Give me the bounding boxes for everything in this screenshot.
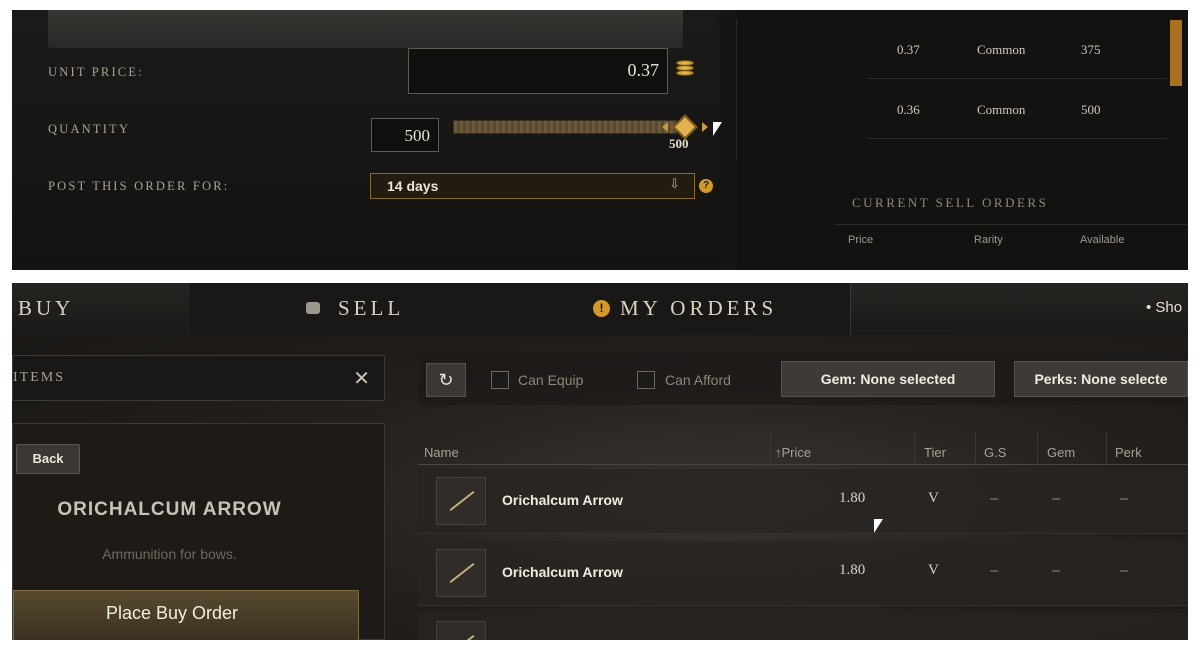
- tab-sell-label: SELL: [338, 296, 405, 320]
- order-form: UNIT PRICE: 0.37 QUANTITY 500 500 POST T…: [12, 10, 722, 270]
- tab-more[interactable]: • Sho: [1146, 299, 1182, 316]
- quantity-slider[interactable]: [453, 120, 677, 134]
- gem-filter-button[interactable]: Gem: None selected: [781, 361, 995, 397]
- coins-icon: [306, 302, 320, 314]
- tab-my-orders-label: MY ORDERS: [620, 296, 778, 320]
- slider-value-label: 500: [669, 136, 689, 151]
- arrow-item-icon: [436, 621, 486, 640]
- post-duration-label: POST THIS ORDER FOR:: [48, 179, 230, 193]
- tab-buy-label: BUY: [18, 296, 75, 320]
- quantity-input[interactable]: 500: [371, 118, 439, 152]
- row-perk: –: [1120, 562, 1129, 579]
- col-name[interactable]: Name: [424, 445, 459, 460]
- sell-col-rarity[interactable]: Rarity: [974, 234, 1003, 246]
- slider-increase-icon[interactable]: [702, 122, 708, 132]
- col-gem[interactable]: Gem: [1047, 445, 1075, 460]
- row-gem: –: [1052, 562, 1061, 579]
- row-gs: –: [990, 562, 999, 579]
- quantity-label: QUANTITY: [48, 122, 131, 136]
- slider-decrease-icon[interactable]: [662, 122, 668, 132]
- sell-col-available[interactable]: Available: [1080, 234, 1124, 246]
- alert-icon: !: [593, 300, 610, 317]
- back-button[interactable]: Back: [16, 444, 80, 474]
- row-tier: V: [928, 562, 939, 578]
- tab-sell[interactable]: SELL: [190, 283, 519, 335]
- row-name: Orichalcum Arrow: [502, 564, 623, 580]
- duration-value: 14 days: [387, 178, 439, 194]
- row-price: 1.80: [839, 562, 866, 578]
- item-detail-panel: Back ORICHALCUM ARROW Ammunition for bow…: [12, 423, 385, 640]
- help-icon[interactable]: ?: [699, 179, 713, 193]
- place-buy-order-label: Place Buy Order: [105, 603, 239, 623]
- table-row[interactable]: [418, 613, 1188, 640]
- tab-buy[interactable]: BUY: [12, 283, 191, 335]
- place-buy-order-button[interactable]: Place Buy Order: [13, 590, 359, 640]
- unit-price-label: UNIT PRICE:: [48, 65, 144, 79]
- trading-post: BUY SELL ! MY ORDERS • Sho ITEMS ✕ Back …: [12, 283, 1188, 640]
- can-afford-label[interactable]: Can Afford: [665, 372, 731, 388]
- order-row: 0.36 Common 500: [867, 80, 1167, 139]
- col-perk[interactable]: Perk: [1115, 445, 1142, 460]
- row-tier: V: [928, 490, 939, 506]
- tab-my-orders[interactable]: ! MY ORDERS: [518, 283, 851, 335]
- close-icon[interactable]: ✕: [353, 366, 370, 391]
- row-price: 1.80: [839, 490, 866, 506]
- row-gs: –: [990, 490, 999, 507]
- tab-bar: BUY SELL ! MY ORDERS • Sho: [12, 283, 1188, 335]
- arrow-item-icon: [436, 477, 486, 525]
- item-title: ORICHALCUM ARROW: [57, 499, 282, 520]
- can-equip-label[interactable]: Can Equip: [518, 372, 583, 388]
- sell-orders-header: [834, 224, 1188, 270]
- col-gs[interactable]: G.S: [984, 445, 1006, 460]
- coins-icon: [676, 60, 694, 78]
- sell-order-panel: UNIT PRICE: 0.37 QUANTITY 500 500 POST T…: [12, 10, 1188, 270]
- row-perk: –: [1120, 490, 1129, 507]
- col-tier[interactable]: Tier: [924, 445, 946, 460]
- duration-select[interactable]: 14 days ⇩: [370, 173, 695, 199]
- refresh-icon[interactable]: ↻: [426, 363, 466, 397]
- perks-filter-button[interactable]: Perks: None selecte: [1014, 361, 1188, 397]
- row-name: Orichalcum Arrow: [502, 492, 623, 508]
- arrow-item-icon: [436, 549, 486, 597]
- unit-price-input[interactable]: 0.37: [408, 48, 668, 94]
- scrollbar-thumb[interactable]: [1170, 20, 1182, 86]
- buy-orders-table: 0.37 Common 375 0.36 Common 500: [736, 20, 1177, 160]
- order-row: 0.37 Common 375: [867, 20, 1167, 79]
- table-row[interactable]: Orichalcum Arrow 1.80 V – – –: [418, 541, 1188, 606]
- chevron-down-icon: ⇩: [669, 176, 680, 191]
- col-price[interactable]: ↑Price: [775, 445, 811, 460]
- item-description: Ammunition for bows.: [102, 546, 237, 562]
- item-search[interactable]: ITEMS ✕: [12, 355, 385, 401]
- sell-col-price[interactable]: Price: [848, 234, 873, 246]
- row-gem: –: [1052, 490, 1061, 507]
- search-label: ITEMS: [13, 370, 65, 385]
- table-row[interactable]: Orichalcum Arrow 1.80 V – – –: [418, 469, 1188, 534]
- can-equip-checkbox[interactable]: [491, 371, 509, 389]
- unit-price-value: 0.37: [627, 60, 660, 80]
- current-sell-orders-title: CURRENT SELL ORDERS: [852, 195, 1049, 210]
- quantity-value: 500: [404, 126, 431, 145]
- form-header-bar: [48, 10, 683, 48]
- can-afford-checkbox[interactable]: [637, 371, 655, 389]
